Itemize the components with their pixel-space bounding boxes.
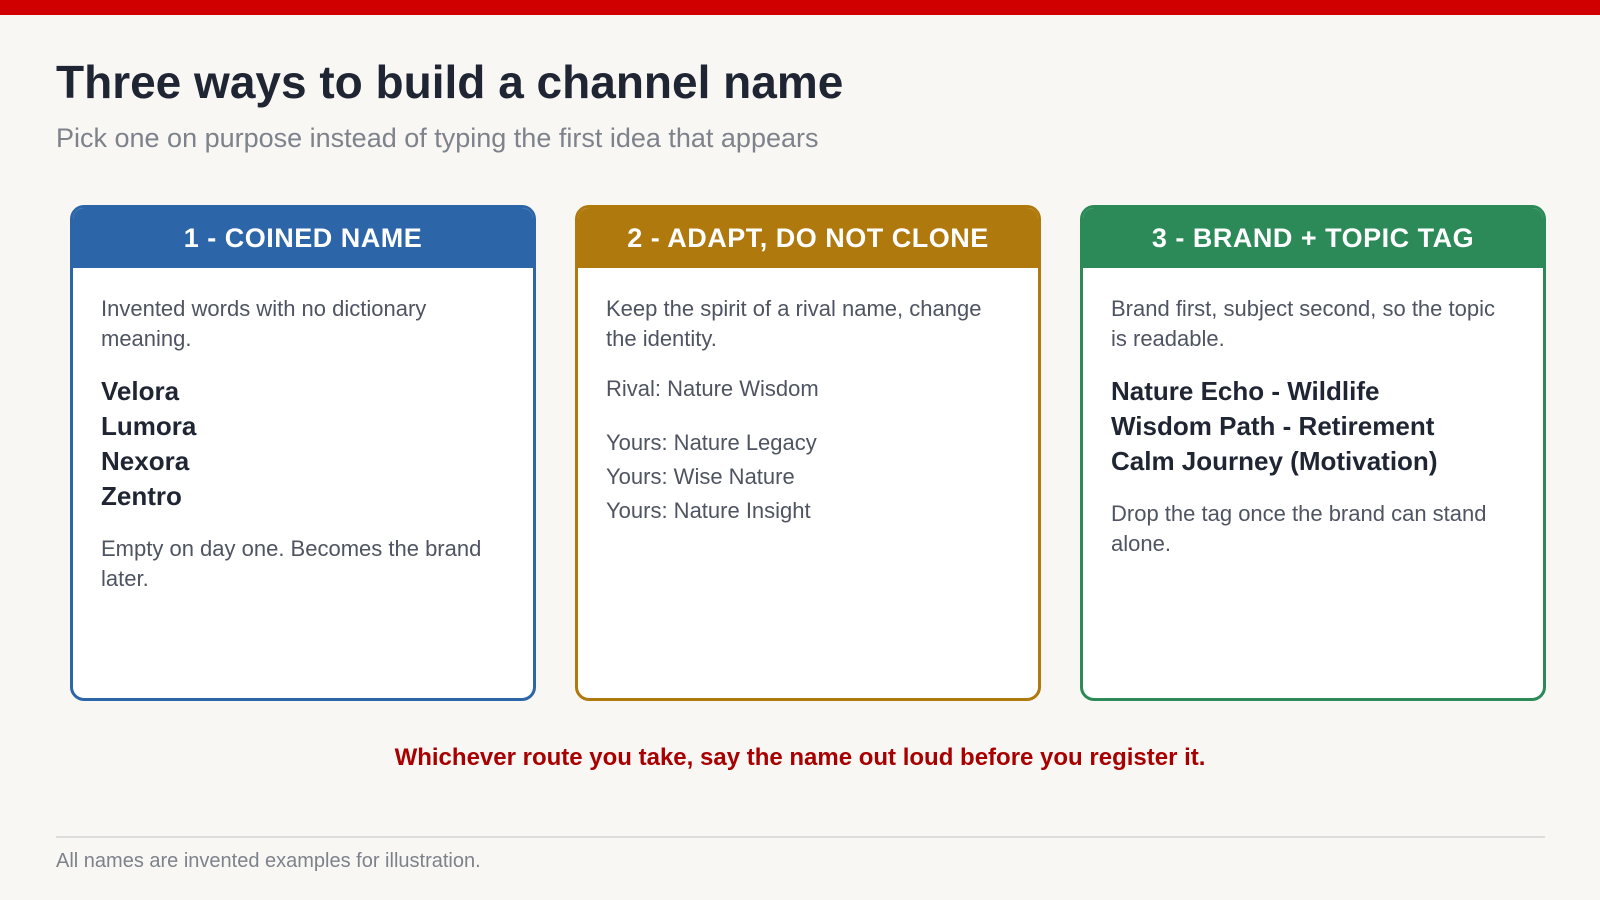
- page-subtitle: Pick one on purpose instead of typing th…: [56, 123, 819, 153]
- rival-example: Rival: Nature Wisdom: [606, 376, 819, 401]
- example-name: Velora: [101, 376, 180, 406]
- card-heading: 3 - BRAND + TOPIC TAG: [1083, 208, 1543, 268]
- example-name: Nature Echo - Wildlife: [1111, 376, 1380, 406]
- card-description: Keep the spirit of a rival name, change …: [606, 296, 982, 351]
- yours-example: Yours: Wise Nature: [606, 464, 795, 489]
- yours-example: Yours: Nature Legacy: [606, 430, 817, 455]
- card-brand-topic-tag: 3 - BRAND + TOPIC TAG Brand first, subje…: [1080, 205, 1546, 701]
- card-body: Brand first, subject second, so the topi…: [1083, 268, 1543, 559]
- card-body: Keep the spirit of a rival name, change …: [578, 268, 1038, 528]
- footer-divider: [56, 836, 1545, 838]
- example-name: Nexora: [101, 446, 190, 476]
- card-adapt-do-not-clone: 2 - ADAPT, DO NOT CLONE Keep the spirit …: [575, 205, 1041, 701]
- card-note: Drop the tag once the brand can stand al…: [1111, 501, 1487, 556]
- yours-example-list: Yours: Nature Legacy Yours: Wise Nature …: [606, 426, 1010, 528]
- example-name-list: Nature Echo - Wildlife Wisdom Path - Ret…: [1111, 374, 1515, 479]
- card-description: Brand first, subject second, so the topi…: [1111, 296, 1495, 351]
- card-heading: 2 - ADAPT, DO NOT CLONE: [578, 208, 1038, 268]
- top-accent-bar: [0, 0, 1600, 15]
- card-coined-name: 1 - COINED NAME Invented words with no d…: [70, 205, 536, 701]
- example-name-list: Velora Lumora Nexora Zentro: [101, 374, 505, 514]
- yours-example: Yours: Nature Insight: [606, 498, 811, 523]
- card-heading: 1 - COINED NAME: [73, 208, 533, 268]
- page-title: Three ways to build a channel name: [56, 56, 844, 108]
- example-name: Wisdom Path - Retirement: [1111, 411, 1435, 441]
- example-name: Calm Journey (Motivation): [1111, 446, 1438, 476]
- callout-text: Whichever route you take, say the name o…: [394, 744, 1206, 771]
- card-description: Invented words with no dictionary meanin…: [101, 296, 427, 351]
- example-name: Zentro: [101, 481, 182, 511]
- example-name: Lumora: [101, 411, 197, 441]
- footnote: All names are invented examples for illu…: [56, 850, 481, 872]
- card-body: Invented words with no dictionary meanin…: [73, 268, 533, 594]
- card-note: Empty on day one. Becomes the brand late…: [101, 536, 482, 591]
